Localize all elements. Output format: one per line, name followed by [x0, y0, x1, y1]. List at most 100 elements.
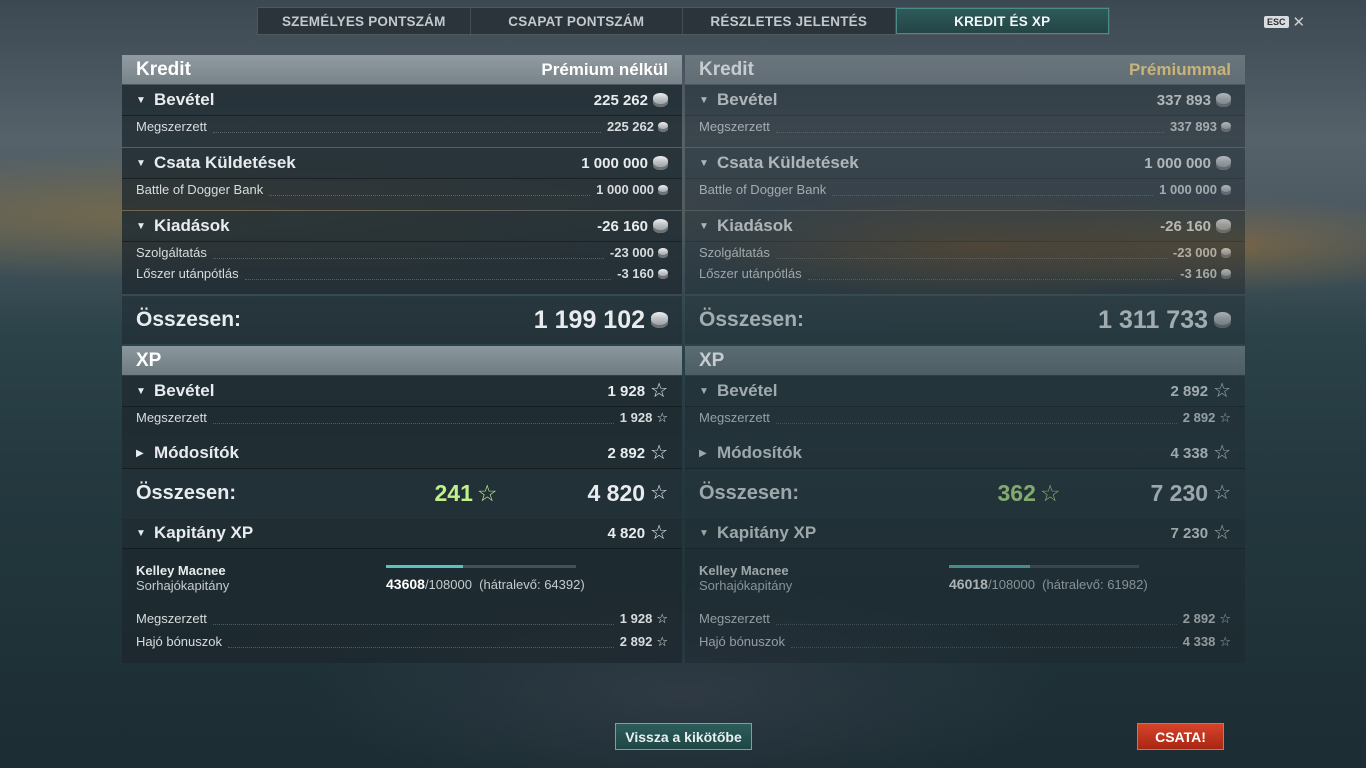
tab-credits-xp[interactable]: KREDIT ÉS XP — [895, 8, 1109, 34]
collapse-triangle-icon[interactable]: ▼ — [699, 95, 709, 106]
group-value: 2 892 — [1170, 382, 1209, 400]
collapse-triangle-icon[interactable]: ▼ — [699, 528, 709, 539]
collapse-triangle-icon[interactable]: ▼ — [136, 386, 146, 397]
captain-name: Kelley Macnee — [699, 563, 789, 578]
section-title: XP — [136, 349, 162, 371]
collapse-triangle-icon[interactable]: ▼ — [136, 95, 146, 106]
xp-star-icon: ☆ — [650, 380, 668, 402]
premium-status-label: Prémium nélkül — [541, 59, 668, 79]
group-label: Bevétel — [717, 90, 778, 109]
credit-group-missions[interactable]: ▼ Csata Küldetések 1 000 000 — [685, 148, 1245, 179]
item-value: 225 262 — [607, 119, 654, 134]
total-value: 7 230 — [1150, 479, 1209, 506]
item-value: -23 000 — [609, 245, 654, 260]
item-label: Lőszer utánpótlás — [699, 266, 802, 281]
captain-role: Sorhajókapitány — [699, 578, 793, 593]
group-label: Kiadások — [717, 216, 793, 235]
list-item: Megszerzett 1 928 ☆ — [122, 607, 682, 630]
expand-triangle-icon[interactable]: ▶ — [699, 448, 709, 459]
captain-xp-group[interactable]: ▼ Kapitány XP 7 230 ☆ — [685, 518, 1245, 549]
xp-star-icon: ☆ — [650, 482, 668, 504]
item-value: -3 160 — [1180, 266, 1217, 281]
captain-info: Kelley Macnee Sorhajókapitány 46018/108000… — [685, 549, 1245, 607]
battle-button[interactable]: CSATA! — [1137, 723, 1224, 750]
xp-star-icon: ☆ — [650, 522, 668, 544]
item-value: 1 928 — [619, 410, 653, 425]
dotted-leader — [775, 247, 1167, 259]
list-item: Lőszer utánpótlás -3 160 — [122, 263, 682, 284]
item-label: Szolgáltatás — [699, 245, 770, 260]
group-label: Kapitány XP — [717, 523, 817, 542]
credit-group-expenses[interactable]: ▼ Kiadások -26 160 — [685, 211, 1245, 242]
captain-xp-current: 43608 — [386, 575, 425, 592]
collapse-triangle-icon[interactable]: ▼ — [136, 158, 146, 169]
collapse-triangle-icon[interactable]: ▼ — [699, 386, 709, 397]
spacer — [122, 200, 682, 210]
xp-group-income[interactable]: ▼ Bevétel 2 892 ☆ — [685, 376, 1245, 407]
close-control[interactable]: ESC ✕ — [1264, 13, 1305, 31]
group-label: Kiadások — [154, 216, 230, 235]
item-label: Hajó bónuszok — [136, 634, 222, 649]
captain-xp-group[interactable]: ▼ Kapitány XP 4 820 ☆ — [122, 518, 682, 549]
captain-progress-fill — [949, 564, 1030, 568]
free-xp-star-icon: ☆ — [1039, 479, 1061, 506]
group-value: -26 160 — [597, 217, 648, 235]
xp-section-header: XP — [685, 346, 1245, 375]
credit-group-missions[interactable]: ▼ Csata Küldetések 1 000 000 — [122, 148, 682, 179]
credit-group-income[interactable]: ▼ Bevétel 337 893 — [685, 85, 1245, 116]
credit-coin-icon — [658, 184, 668, 195]
column-with-premium: Kredit Prémiummal ▼ Bevétel 337 893 Megszerze… — [685, 55, 1245, 663]
item-label: Megszerzett — [136, 410, 207, 425]
xp-total-row: Összesen: 362 ☆ 7 230 ☆ — [685, 469, 1245, 517]
esc-key-label: ESC — [1264, 16, 1289, 28]
group-label: Csata Küldetések — [154, 153, 296, 172]
back-to-port-button[interactable]: Vissza a kikötőbe — [615, 723, 752, 750]
credit-coin-icon — [1214, 312, 1231, 328]
premium-status-label: Prémiummal — [1128, 59, 1231, 79]
list-item: Megszerzett 2 892 ☆ — [685, 407, 1245, 428]
tab-personal-score[interactable]: SZEMÉLYES PONTSZÁM — [258, 8, 471, 34]
group-label: Módosítók — [717, 443, 802, 462]
tab-team-score[interactable]: CSAPAT PONTSZÁM — [471, 8, 683, 34]
credit-total-row: Összesen: 1 311 733 — [685, 296, 1245, 344]
collapse-triangle-icon[interactable]: ▼ — [136, 221, 146, 232]
column-without-premium: Kredit Prémium nélkül ▼ Bevétel 225 262 Megsz… — [122, 55, 682, 663]
credit-group-expenses[interactable]: ▼ Kiadások -26 160 — [122, 211, 682, 242]
close-icon[interactable]: ✕ — [1293, 13, 1306, 31]
xp-star-icon: ☆ — [1219, 611, 1231, 626]
collapse-triangle-icon[interactable]: ▼ — [699, 221, 709, 232]
dotted-leader — [791, 636, 1177, 648]
dotted-leader — [775, 412, 1177, 424]
total-label: Összesen: — [136, 481, 237, 504]
group-value: 1 000 000 — [1144, 154, 1211, 172]
xp-group-modifiers[interactable]: ▶ Módosítók 2 892 ☆ — [122, 438, 682, 469]
collapse-triangle-icon[interactable]: ▼ — [699, 158, 709, 169]
dotted-leader — [228, 636, 614, 648]
section-title: Kredit — [699, 58, 754, 80]
tab-detailed-report[interactable]: RÉSZLETES JELENTÉS — [683, 8, 896, 34]
group-value: 4 338 — [1170, 444, 1209, 462]
item-label: Megszerzett — [136, 119, 207, 134]
tab-bar: SZEMÉLYES PONTSZÁM CSAPAT PONTSZÁM RÉSZL… — [257, 7, 1110, 35]
total-value: 1 199 102 — [533, 305, 645, 334]
list-item: Hajó bónuszok 4 338 ☆ — [685, 630, 1245, 653]
collapse-triangle-icon[interactable]: ▼ — [136, 528, 146, 539]
free-xp-star-icon: ☆ — [476, 479, 498, 506]
item-value: 4 338 — [1182, 634, 1216, 649]
captain-progress-bar — [386, 564, 576, 568]
xp-star-icon: ☆ — [1213, 482, 1231, 504]
group-label: Csata Küldetések — [717, 153, 859, 172]
credit-coin-icon — [658, 268, 668, 279]
xp-star-icon: ☆ — [656, 634, 668, 649]
xp-group-income[interactable]: ▼ Bevétel 1 928 ☆ — [122, 376, 682, 407]
expand-triangle-icon[interactable]: ▶ — [136, 448, 146, 459]
list-item: Megszerzett 2 892 ☆ — [685, 607, 1245, 630]
group-value: 4 820 — [607, 524, 646, 542]
credit-group-income[interactable]: ▼ Bevétel 225 262 — [122, 85, 682, 116]
item-label: Megszerzett — [699, 119, 770, 134]
list-item: Battle of Dogger Bank 1 000 000 — [685, 179, 1245, 200]
credit-coin-icon — [658, 121, 668, 132]
list-item: Megszerzett 337 893 — [685, 116, 1245, 137]
xp-group-modifiers[interactable]: ▶ Módosítók 4 338 ☆ — [685, 438, 1245, 469]
item-value: -23 000 — [1172, 245, 1217, 260]
